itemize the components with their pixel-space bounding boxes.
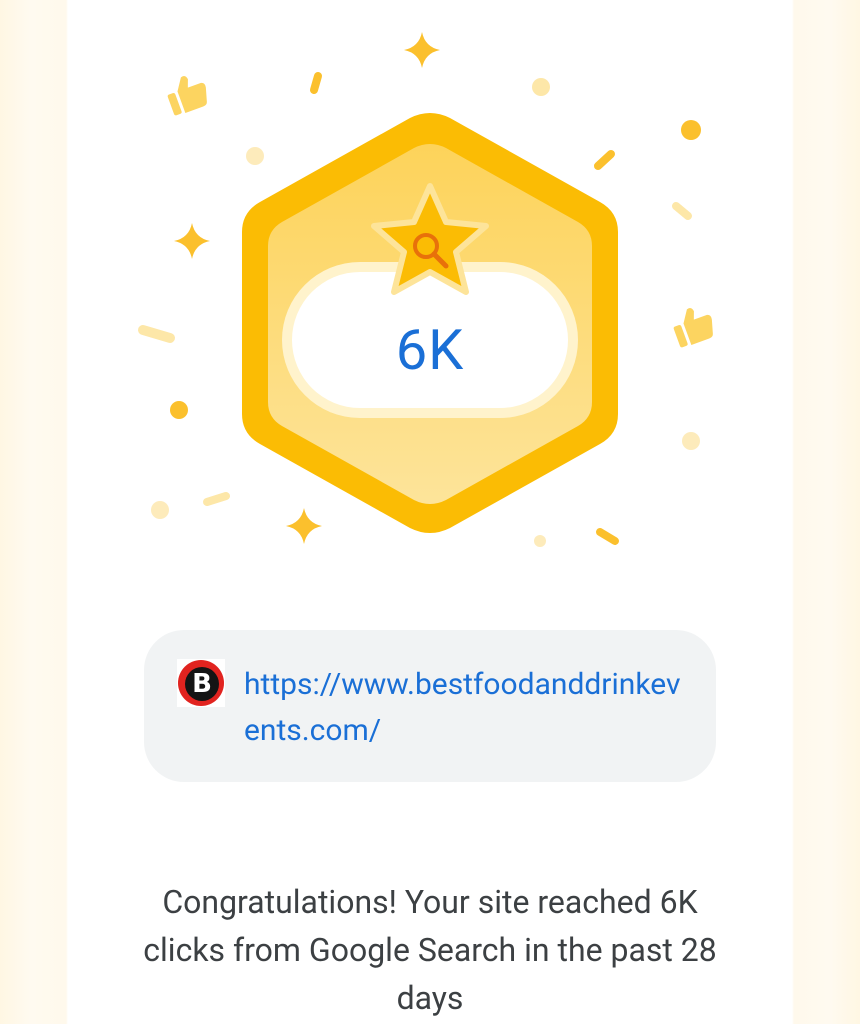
thumbs-up-icon (167, 75, 207, 116)
thumbs-up-icon (673, 307, 713, 348)
achievement-badge: 6K (0, 0, 860, 600)
site-favicon: B (177, 659, 225, 707)
badge-illustration (138, 32, 713, 547)
achievement-page: 6K B https://www.bestfoodanddrinkevents.… (0, 0, 860, 1024)
site-url-link[interactable]: https://www.bestfoodanddrinkevents.com/ (244, 662, 684, 754)
site-property-card[interactable]: B https://www.bestfoodanddrinkevents.com… (144, 630, 716, 782)
congratulations-message: Congratulations! Your site reached 6K cl… (143, 883, 717, 1017)
clicks-milestone-value: 6K (395, 317, 465, 383)
site-favicon-letter: B (185, 667, 219, 701)
